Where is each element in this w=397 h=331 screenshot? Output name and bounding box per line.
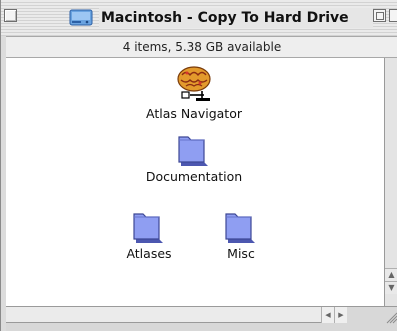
item-label: Atlas Navigator <box>145 106 242 121</box>
window-info-header: 4 items, 5.38 GB available <box>6 36 397 58</box>
vertical-scrollbar[interactable]: ▲ ▼ <box>384 58 397 306</box>
scroll-right-arrow-icon[interactable]: ▶ <box>334 307 347 323</box>
title-bar[interactable]: Macintosh - Copy To Hard Drive <box>1 0 397 36</box>
folder-icon <box>178 136 208 166</box>
item-label: Atlases <box>126 246 172 261</box>
folder-icon <box>225 213 255 243</box>
scroll-down-arrow-icon[interactable]: ▼ <box>385 281 397 294</box>
brain-app-icon <box>177 66 211 101</box>
finder-window: Macintosh - Copy To Hard Drive 4 items, … <box>0 0 397 331</box>
zoom-button[interactable] <box>373 9 386 22</box>
scroll-left-arrow-icon[interactable]: ◀ <box>321 307 334 323</box>
close-button[interactable] <box>4 9 17 22</box>
window-title: Macintosh - Copy To Hard Drive <box>99 8 373 28</box>
item-documentation[interactable]: Documentation <box>144 133 244 184</box>
item-atlases[interactable]: Atlases <box>119 210 179 261</box>
folder-icon <box>133 213 163 243</box>
resize-grip-icon[interactable] <box>384 307 397 325</box>
hard-drive-proxy-icon[interactable] <box>68 4 94 30</box>
content-area: Atlas Navigator Documentation Atlases Mi… <box>6 58 384 306</box>
window-bottom-bar: ◀ ▶ <box>6 306 397 331</box>
item-misc[interactable]: Misc <box>216 210 266 261</box>
item-label: Misc <box>227 246 255 261</box>
horizontal-scrollbar[interactable]: ◀ ▶ <box>6 307 347 323</box>
item-label: Documentation <box>145 169 243 184</box>
scroll-up-arrow-icon[interactable]: ▲ <box>385 268 397 281</box>
item-atlas-navigator[interactable]: Atlas Navigator <box>139 64 249 121</box>
collapse-button[interactable] <box>389 9 397 22</box>
